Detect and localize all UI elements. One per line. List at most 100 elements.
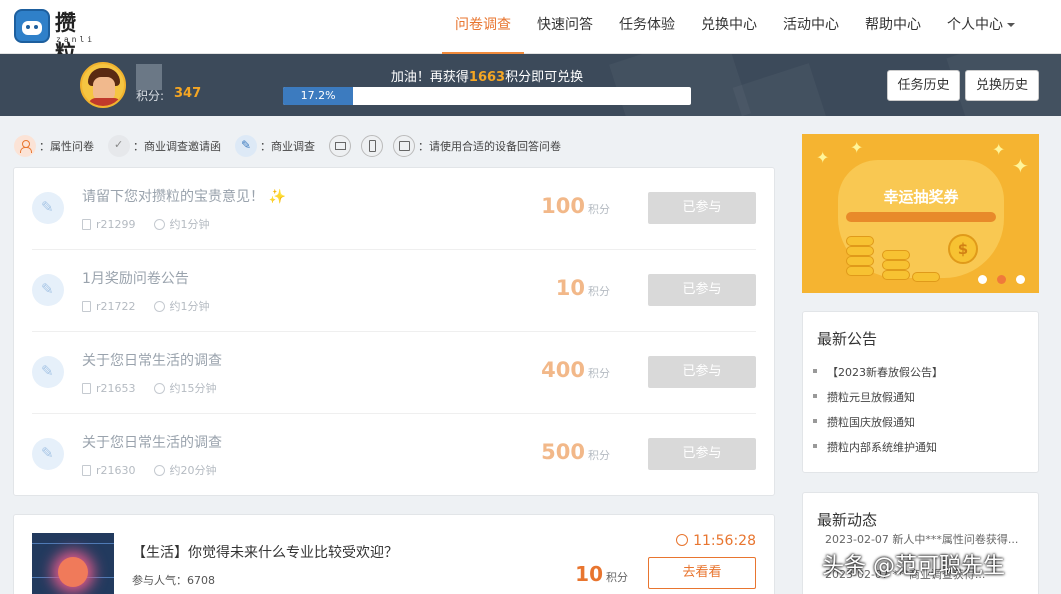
user-status-bar: 积分: 347 加油！再获得1663积分即可兑换 17.2% 任务历史 兑换历史 xyxy=(0,54,1061,116)
sparkle-icon: ✨ xyxy=(268,189,286,205)
document-icon xyxy=(82,464,91,476)
joined-button[interactable]: 已参与 xyxy=(648,356,756,388)
legend-attribute: ：属性问卷 xyxy=(39,140,94,153)
survey-points-value: 500 xyxy=(541,440,585,464)
survey-type-legend: ：属性问卷 ：商业调查邀请函 ：商业调查 ：请使用合适的设备回答问卷 xyxy=(14,135,561,157)
exchange-hint-suffix: 积分即可兑换 xyxy=(505,70,584,85)
banner-label: 幸运抽奖券 xyxy=(883,188,959,206)
survey-duration: 约1分钟 xyxy=(169,300,210,313)
exchange-hint-amount: 1663 xyxy=(468,70,506,85)
points-label: 积分: xyxy=(136,89,165,103)
joined-button[interactable]: 已参与 xyxy=(648,192,756,224)
survey-row[interactable]: 关于您日常生活的调查 r21653 约15分钟 400积分 已参与 xyxy=(32,332,756,414)
watermark: 头条 @范可聪先生 xyxy=(822,554,1005,579)
document-icon xyxy=(82,382,91,394)
survey-title: 关于您日常生活的调查 xyxy=(82,435,222,451)
survey-row[interactable]: 关于您日常生活的调查 r21630 约20分钟 500积分 已参与 xyxy=(32,414,756,496)
coin-icon: $ xyxy=(948,234,978,264)
banner-dot[interactable] xyxy=(978,275,987,284)
clock-icon xyxy=(153,218,165,230)
survey-id: r21653 xyxy=(96,381,136,395)
clock-icon xyxy=(153,464,165,476)
survey-title: 请留下您对攒粒的宝贵意见！ ✨ xyxy=(82,186,286,206)
survey-meta: r21653 约15分钟 xyxy=(82,380,217,396)
lottery-banner[interactable]: 幸运抽奖券 $ ✦ ✦ ✦ ✦ xyxy=(802,134,1039,293)
edit-icon xyxy=(32,274,64,306)
survey-points: 400 积分 xyxy=(541,358,610,382)
exchange-history-button[interactable]: 兑换历史 xyxy=(965,70,1039,101)
desktop-icon xyxy=(329,135,351,157)
logo[interactable]: 攒粒 zanli xyxy=(14,7,96,65)
task-history-button[interactable]: 任务历史 xyxy=(887,70,960,101)
survey-row[interactable]: 请留下您对攒粒的宝贵意见！ ✨ r21299 约1分钟 100积分 已参与 xyxy=(32,168,756,250)
announcements-title: 最新公告 xyxy=(817,330,878,348)
survey-list-card: 请留下您对攒粒的宝贵意见！ ✨ r21299约1分钟 100积分 已参与 1月奖… xyxy=(13,167,775,496)
nav-personal-center[interactable]: 个人中心 xyxy=(934,0,1028,54)
survey-id: r21630 xyxy=(96,463,136,477)
exchange-hint: 加油！再获得1663积分即可兑换 xyxy=(283,66,691,85)
avatar[interactable] xyxy=(80,62,126,108)
featured-points: 10 积分 xyxy=(575,562,628,586)
top-navbar: 攒粒 zanli 问卷调查 快速问答 任务体验 兑换中心 活动中心 帮助中心 个… xyxy=(0,0,1061,65)
edit-icon xyxy=(32,192,64,224)
survey-points-value: 400 xyxy=(541,358,585,382)
nav-personal-center-label: 个人中心 xyxy=(947,17,1003,33)
survey-title: 关于您日常生活的调查 xyxy=(82,353,222,369)
survey-points: 100 积分 xyxy=(541,194,610,218)
survey-points-value: 100 xyxy=(541,194,585,218)
survey-id: r21299 xyxy=(96,217,136,231)
sparkle-icon: ✦ xyxy=(992,140,1006,159)
survey-duration: 约1分钟 xyxy=(169,218,210,231)
survey-meta: r21299 约1分钟 xyxy=(82,216,210,232)
banner-dot[interactable] xyxy=(1016,275,1025,284)
banner-dot[interactable] xyxy=(997,275,1006,284)
chevron-down-icon xyxy=(1007,23,1015,27)
edit-icon xyxy=(235,135,257,157)
featured-thumbnail xyxy=(32,533,114,594)
sparkle-icon: ✦ xyxy=(816,148,830,167)
document-icon xyxy=(82,218,91,230)
survey-row[interactable]: 1月奖励问卷公告 r21722 约1分钟 10积分 已参与 xyxy=(32,250,756,332)
joined-button[interactable]: 已参与 xyxy=(648,438,756,470)
tablet-icon xyxy=(393,135,415,157)
exchange-hint-prefix: 加油！再获得 xyxy=(390,70,469,85)
nav-task-experience[interactable]: 任务体验 xyxy=(606,0,688,54)
featured-survey-card[interactable]: 【生活】你觉得未来什么专业比较受欢迎？ 参与人气：6708 11:56:28 1… xyxy=(13,514,775,594)
person-icon xyxy=(14,135,36,157)
logo-icon xyxy=(14,9,50,43)
announcement-item[interactable]: 攒粒内部系统维护通知 xyxy=(813,439,937,455)
survey-duration: 约20分钟 xyxy=(169,464,217,477)
nav-help-center[interactable]: 帮助中心 xyxy=(852,0,934,54)
announcement-item[interactable]: 攒粒国庆放假通知 xyxy=(813,414,915,430)
announcement-item[interactable]: 【2023新春放假公告】 xyxy=(813,364,943,380)
announcement-item[interactable]: 攒粒元旦放假通知 xyxy=(813,389,915,405)
banner-pagination xyxy=(978,275,1035,284)
nav-activity-center[interactable]: 活动中心 xyxy=(770,0,852,54)
nav-quick-qa[interactable]: 快速问答 xyxy=(524,0,606,54)
survey-points: 10 积分 xyxy=(556,276,610,300)
announcements-panel: 最新公告 【2023新春放假公告】 攒粒元旦放假通知 攒粒国庆放假通知 攒粒内部… xyxy=(802,311,1039,473)
survey-points-unit: 积分 xyxy=(588,367,610,380)
survey-title-text: 请留下您对攒粒的宝贵意见！ xyxy=(82,189,264,205)
activity-item: 2023-02-07 新人中***属性问卷获得... xyxy=(825,533,1019,546)
brand-sub: zanli xyxy=(56,35,96,44)
joined-button[interactable]: 已参与 xyxy=(648,274,756,306)
nav-exchange-center[interactable]: 兑换中心 xyxy=(688,0,770,54)
survey-points: 500 积分 xyxy=(541,440,610,464)
clock-icon xyxy=(676,534,689,546)
survey-duration: 约15分钟 xyxy=(169,382,217,395)
featured-timer-value: 11:56:28 xyxy=(693,533,756,549)
legend-device-hint: ：请使用合适的设备回答问卷 xyxy=(418,140,561,153)
go-view-button[interactable]: 去看看 xyxy=(648,557,756,589)
featured-timer: 11:56:28 xyxy=(676,533,756,549)
exchange-progress-bar: 17.2% xyxy=(283,87,691,105)
featured-points-value: 10 xyxy=(575,562,603,586)
main-nav: 问卷调查 快速问答 任务体验 兑换中心 活动中心 帮助中心 个人中心 xyxy=(442,0,1028,55)
survey-points-unit: 积分 xyxy=(588,285,610,298)
points-value: 347 xyxy=(174,86,202,101)
featured-title[interactable]: 【生活】你觉得未来什么专业比较受欢迎？ xyxy=(132,542,398,562)
check-icon xyxy=(108,135,130,157)
sparkle-icon: ✦ xyxy=(1012,154,1029,178)
nav-surveys[interactable]: 问卷调查 xyxy=(442,0,524,55)
legend-invite: ：商业调查邀请函 xyxy=(133,140,221,153)
